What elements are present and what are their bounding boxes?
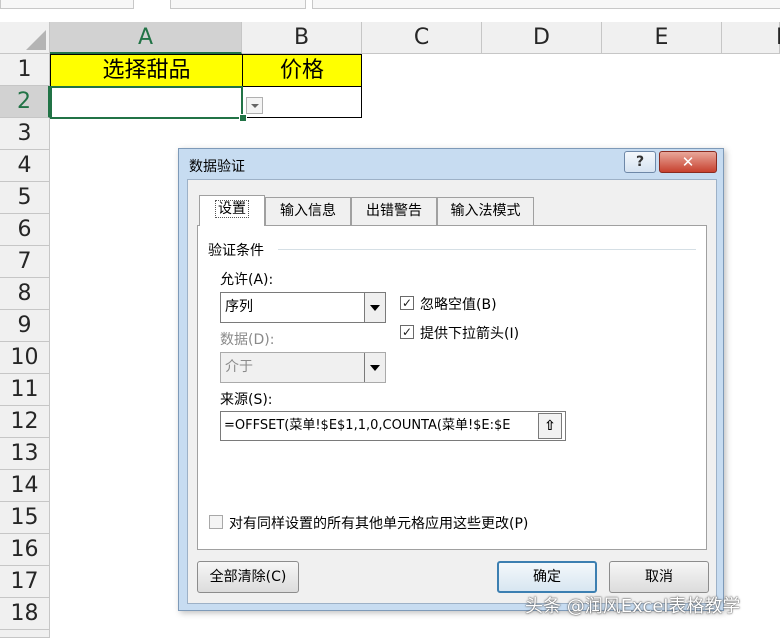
row-header-19[interactable] (0, 630, 50, 638)
row-header-1[interactable]: 1 (0, 54, 50, 86)
row-header-4[interactable]: 4 (0, 150, 50, 182)
cell-dropdown-arrow-icon[interactable] (246, 97, 263, 114)
cell-b1[interactable]: 价格 (242, 54, 362, 87)
row-header-15[interactable]: 15 (0, 502, 50, 534)
cancel-button[interactable]: 取消 (609, 561, 709, 593)
select-all-corner[interactable] (0, 22, 50, 54)
cell-a2-active[interactable] (50, 86, 243, 119)
row-header-2[interactable]: 2 (0, 86, 50, 118)
in-cell-dropdown-label: 提供下拉箭头(I) (420, 326, 520, 342)
apply-to-all-label: 对有同样设置的所有其他单元格应用这些更改(P) (229, 516, 529, 532)
tab-input-message[interactable]: 输入信息 (265, 197, 351, 225)
cell-a1[interactable]: 选择甜品 (50, 54, 243, 87)
row-header-16[interactable]: 16 (0, 534, 50, 566)
row-header-5[interactable]: 5 (0, 182, 50, 214)
dialog-title: 数据验证 (189, 159, 245, 175)
tab-error-alert[interactable]: 出错警告 (351, 197, 437, 225)
data-validation-dialog: 数据验证 ? ✕ 设置 输入信息 出错警告 输入法模式 验证条件 允许(A): … (178, 148, 724, 611)
watermark: 头条 @润风Excel表格教学 (525, 596, 741, 617)
ignore-blank-checkbox[interactable]: ✓ (400, 296, 414, 310)
allow-label: 允许(A): (220, 272, 274, 288)
fill-handle[interactable] (239, 114, 247, 122)
column-header-e[interactable]: E (602, 22, 722, 54)
validation-criteria-label: 验证条件 (208, 243, 264, 259)
tab-settings[interactable]: 设置 (199, 195, 265, 226)
group-divider (278, 249, 696, 250)
in-cell-dropdown-checkbox[interactable]: ✓ (400, 325, 414, 339)
settings-panel (197, 225, 707, 550)
allow-select[interactable]: 序列 (220, 292, 386, 323)
row-header-6[interactable]: 6 (0, 214, 50, 246)
row-header-17[interactable]: 17 (0, 566, 50, 598)
row-header-12[interactable]: 12 (0, 406, 50, 438)
close-button[interactable]: ✕ (659, 151, 717, 173)
dialog-body: 设置 输入信息 出错警告 输入法模式 验证条件 允许(A): 序列 ✓ 忽略空值… (187, 179, 717, 604)
row-header-7[interactable]: 7 (0, 246, 50, 278)
formula-input[interactable] (312, 0, 780, 9)
toolbar-segment (170, 0, 306, 9)
ignore-blank-label: 忽略空值(B) (420, 297, 497, 313)
column-header-d[interactable]: D (482, 22, 602, 54)
source-input[interactable]: =OFFSET(菜单!$E$1,1,0,COUNTA(菜单!$E:$E (220, 411, 566, 441)
ok-button[interactable]: 确定 (497, 561, 597, 593)
row-header-3[interactable]: 3 (0, 118, 50, 150)
row-header-11[interactable]: 11 (0, 374, 50, 406)
row-header-13[interactable]: 13 (0, 438, 50, 470)
row-header-10[interactable]: 10 (0, 342, 50, 374)
collapse-dialog-icon[interactable]: ⇧ (538, 413, 562, 439)
source-label: 来源(S): (220, 392, 273, 408)
column-header-b[interactable]: B (242, 22, 362, 54)
name-box[interactable] (0, 0, 134, 9)
clear-all-button[interactable]: 全部清除(C) (197, 561, 299, 593)
chevron-down-icon[interactable] (364, 293, 385, 322)
row-header-9[interactable]: 9 (0, 310, 50, 342)
select-all-triangle-icon (26, 30, 46, 50)
row-header-14[interactable]: 14 (0, 470, 50, 502)
tab-ime-mode[interactable]: 输入法模式 (437, 197, 534, 225)
formula-bar-area (0, 0, 780, 23)
column-header-f[interactable]: F (722, 22, 780, 54)
row-header-18[interactable]: 18 (0, 598, 50, 630)
column-header-c[interactable]: C (362, 22, 482, 54)
data-select: 介于 (220, 352, 386, 383)
help-button[interactable]: ? (624, 151, 656, 173)
row-header-8[interactable]: 8 (0, 278, 50, 310)
chevron-down-icon (364, 353, 385, 382)
apply-to-all-checkbox[interactable] (209, 515, 223, 529)
data-label: 数据(D): (220, 332, 275, 348)
column-header-a[interactable]: A (50, 22, 242, 54)
